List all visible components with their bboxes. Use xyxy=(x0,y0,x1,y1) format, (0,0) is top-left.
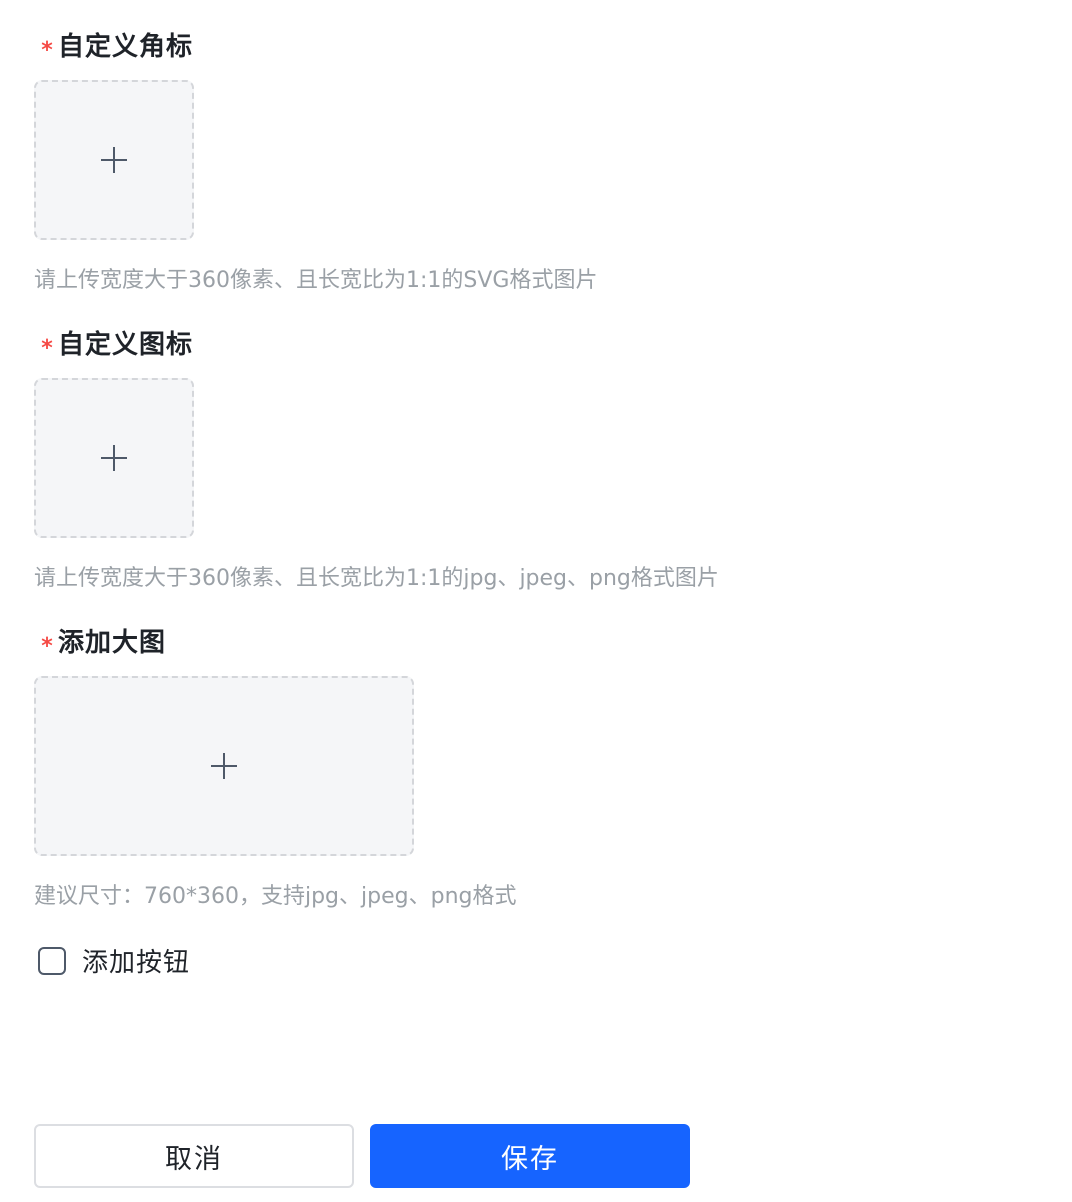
custom-icon-hint: 请上传宽度大于360像素、且长宽比为1:1的jpg、jpeg、png格式图片 xyxy=(34,566,719,591)
custom-icon-title: 自定义图标 xyxy=(58,329,194,360)
corner-badge-label: * 自定义角标 xyxy=(34,26,194,63)
plus-icon xyxy=(211,753,237,779)
corner-badge-upload[interactable] xyxy=(34,80,194,240)
custom-icon-label: * 自定义图标 xyxy=(34,324,194,361)
add-button-checkbox-label: 添加按钮 xyxy=(82,948,191,978)
large-image-title: 添加大图 xyxy=(58,627,167,658)
cancel-button[interactable]: 取消 xyxy=(34,1124,354,1188)
required-mark: * xyxy=(41,335,53,361)
save-button[interactable]: 保存 xyxy=(370,1124,690,1188)
large-image-hint: 建议尺寸：760*360，支持jpg、jpeg、png格式 xyxy=(34,884,517,909)
plus-icon xyxy=(101,445,127,471)
large-image-upload[interactable] xyxy=(34,676,414,856)
add-button-checkbox-row[interactable]: 添加按钮 xyxy=(38,942,190,979)
custom-icon-upload[interactable] xyxy=(34,378,194,538)
required-mark: * xyxy=(41,37,53,63)
corner-badge-title: 自定义角标 xyxy=(58,31,194,62)
plus-icon xyxy=(101,147,127,173)
add-button-checkbox[interactable] xyxy=(38,946,66,975)
large-image-label: * 添加大图 xyxy=(34,622,167,659)
required-mark: * xyxy=(41,633,53,659)
corner-badge-hint: 请上传宽度大于360像素、且长宽比为1:1的SVG格式图片 xyxy=(34,268,598,293)
